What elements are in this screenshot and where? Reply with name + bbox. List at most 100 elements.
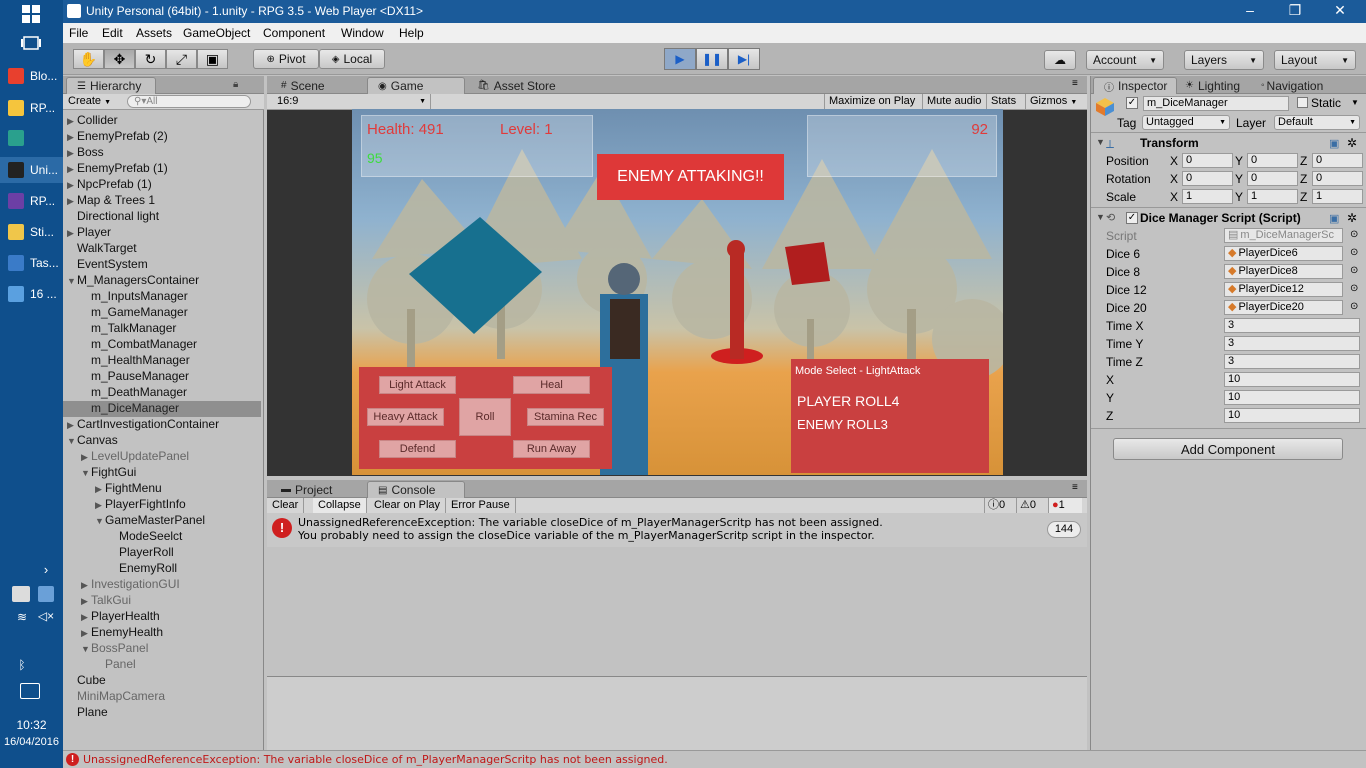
panel-menu-icon[interactable]: ≡	[1072, 78, 1078, 89]
menu-window[interactable]: Window	[341, 26, 384, 40]
layout-dropdown[interactable]: Layout ▼	[1274, 50, 1356, 70]
hierarchy-item[interactable]: ▶ PlayerHealth	[63, 609, 261, 625]
collapsed-triangle-icon[interactable]: ▶	[67, 132, 77, 143]
number-field[interactable]: 3	[1224, 336, 1360, 351]
object-picker-icon[interactable]: ⊙	[1350, 247, 1358, 258]
hierarchy-item[interactable]: Directional light	[63, 209, 261, 225]
close-icon[interactable]: ✕	[1330, 2, 1350, 19]
clear-button[interactable]: Clear	[267, 498, 305, 513]
create-dropdown[interactable]: Create ▼	[68, 95, 111, 107]
hierarchy-item[interactable]: ▶ EnemyPrefab (1)	[63, 161, 261, 177]
stats-toggle[interactable]: Stats	[986, 94, 1020, 109]
task-view-icon[interactable]	[20, 36, 42, 54]
object-reference-field[interactable]: ▤ m_DiceManagerSc	[1224, 228, 1343, 243]
mute-audio-toggle[interactable]: Mute audio	[922, 94, 985, 109]
transform-rotation-x-input[interactable]: 0	[1182, 171, 1233, 186]
menu-assets[interactable]: Assets	[136, 26, 172, 40]
hierarchy-item[interactable]: ▶ FightMenu	[63, 481, 261, 497]
maximize-icon[interactable]: ❐	[1285, 2, 1305, 19]
object-picker-icon[interactable]: ⊙	[1350, 301, 1358, 312]
taskbar-app-item[interactable]: RP...	[0, 95, 63, 121]
number-field[interactable]: 10	[1224, 390, 1360, 405]
chevron-down-icon[interactable]: ▼	[1351, 98, 1359, 107]
collapsed-triangle-icon[interactable]: ▶	[81, 612, 91, 623]
transform-scale-x-input[interactable]: 1	[1182, 189, 1233, 204]
number-field[interactable]: 3	[1224, 354, 1360, 369]
expanded-triangle-icon[interactable]: ▼	[67, 436, 77, 446]
hierarchy-item[interactable]: ▶ Map & Trees 1	[63, 193, 261, 209]
taskbar-clock[interactable]: 10:32	[0, 718, 63, 732]
info-filter-toggle[interactable]: ⓘ0	[984, 498, 1016, 513]
hierarchy-item[interactable]: Panel	[63, 657, 261, 673]
transform-scale-y-input[interactable]: 1	[1247, 189, 1298, 204]
tab-inspector[interactable]: ⓘ Inspector	[1093, 77, 1177, 94]
hierarchy-item[interactable]: ModeSeelct	[63, 529, 261, 545]
hierarchy-item[interactable]: m_PauseManager	[63, 369, 261, 385]
transform-rotation-y-input[interactable]: 0	[1247, 171, 1298, 186]
rotate-tool-icon[interactable]: ↻	[135, 49, 166, 69]
transform-position-x-input[interactable]: 0	[1182, 153, 1233, 168]
hierarchy-item[interactable]: m_InputsManager	[63, 289, 261, 305]
hierarchy-item[interactable]: ▶ Player	[63, 225, 261, 241]
hierarchy-item[interactable]: ▶ EnemyHealth	[63, 625, 261, 641]
tag-dropdown[interactable]: Untagged ▼	[1142, 115, 1230, 130]
scale-tool-icon[interactable]: ⤢	[166, 49, 197, 69]
status-bar[interactable]: ! UnassignedReferenceException: The vari…	[63, 750, 1366, 768]
error-pause-toggle[interactable]: Error Pause	[446, 498, 516, 513]
maximize-on-play-toggle[interactable]: Maximize on Play	[824, 94, 919, 109]
hierarchy-item[interactable]: ▼GameMasterPanel	[63, 513, 261, 529]
expanded-triangle-icon[interactable]: ▼	[81, 468, 91, 478]
run-away-button[interactable]: Run Away	[513, 440, 590, 458]
step-button[interactable]: ▶|	[728, 48, 760, 70]
hierarchy-item[interactable]: ▶ EnemyPrefab (2)	[63, 129, 261, 145]
taskbar-app-item[interactable]: Uni...	[0, 157, 63, 183]
taskbar-app-item[interactable]: 16 ...	[0, 281, 63, 307]
taskbar-app-item[interactable]: Blo...	[0, 63, 63, 89]
taskbar-app-item[interactable]	[0, 125, 63, 151]
hierarchy-item[interactable]: Plane	[63, 705, 261, 721]
object-reference-field[interactable]: ◆ PlayerDice6	[1224, 246, 1343, 261]
component-enabled-checkbox[interactable]: ✓	[1126, 212, 1138, 224]
wifi-icon[interactable]: ≋	[13, 610, 31, 624]
transform-scale-z-input[interactable]: 1	[1312, 189, 1363, 204]
collapsed-triangle-icon[interactable]: ▶	[81, 596, 91, 607]
help-icon[interactable]: ▣	[1329, 212, 1339, 225]
hierarchy-item[interactable]: ▼BossPanel	[63, 641, 261, 657]
gizmos-dropdown[interactable]: Gizmos ▼	[1025, 94, 1081, 109]
help-icon[interactable]: ▣	[1329, 137, 1339, 150]
collapsed-triangle-icon[interactable]: ▶	[67, 196, 77, 207]
collapsed-triangle-icon[interactable]: ▶	[67, 148, 77, 159]
expanded-triangle-icon[interactable]: ▼	[67, 276, 77, 286]
menu-file[interactable]: File	[69, 26, 88, 40]
transform-header[interactable]: Transform	[1140, 136, 1199, 150]
move-tool-icon[interactable]: ✥	[104, 49, 135, 69]
game-viewport[interactable]: Health: 491 Level: 1 95 92 ENEMY ATTAKIN…	[352, 109, 1003, 475]
stamina-rec-button[interactable]: Stamina Rec	[527, 408, 604, 426]
taskbar-date[interactable]: 16/04/2016	[0, 736, 63, 748]
collapsed-triangle-icon[interactable]: ▶	[81, 452, 91, 463]
tray-network-app-icon[interactable]	[38, 586, 54, 602]
tab-game[interactable]: ◉ Game	[367, 77, 465, 94]
menu-edit[interactable]: Edit	[102, 26, 123, 40]
local-toggle[interactable]: ◈ Local	[319, 49, 385, 69]
pivot-toggle[interactable]: ⊕ Pivot	[253, 49, 319, 69]
hierarchy-item[interactable]: ▼FightGui	[63, 465, 261, 481]
tab-project[interactable]: ▬ Project	[271, 481, 342, 498]
hierarchy-search-input[interactable]: ⚲▾All	[127, 95, 251, 108]
cloud-button[interactable]: ☁	[1044, 50, 1076, 70]
tab-navigation[interactable]: ◦ Navigation	[1251, 77, 1333, 94]
collapse-toggle[interactable]: Collapse	[313, 498, 367, 513]
object-picker-icon[interactable]: ⊙	[1350, 283, 1358, 294]
aspect-dropdown[interactable]: 16:9 ▼	[271, 94, 431, 109]
collapsed-triangle-icon[interactable]: ▶	[67, 180, 77, 191]
object-picker-icon[interactable]: ⊙	[1350, 229, 1358, 240]
active-checkbox[interactable]: ✓	[1126, 97, 1138, 109]
action-center-icon[interactable]	[20, 683, 40, 699]
collapsed-triangle-icon[interactable]: ▶	[67, 228, 77, 239]
object-reference-field[interactable]: ◆ PlayerDice20	[1224, 300, 1343, 315]
error-filter-toggle[interactable]: ●1	[1048, 498, 1082, 513]
light-attack-button[interactable]: Light Attack	[379, 376, 456, 394]
expand-triangle-icon[interactable]: ▼	[1096, 212, 1105, 222]
tray-app-icon[interactable]	[12, 586, 30, 602]
start-icon[interactable]	[20, 5, 42, 27]
